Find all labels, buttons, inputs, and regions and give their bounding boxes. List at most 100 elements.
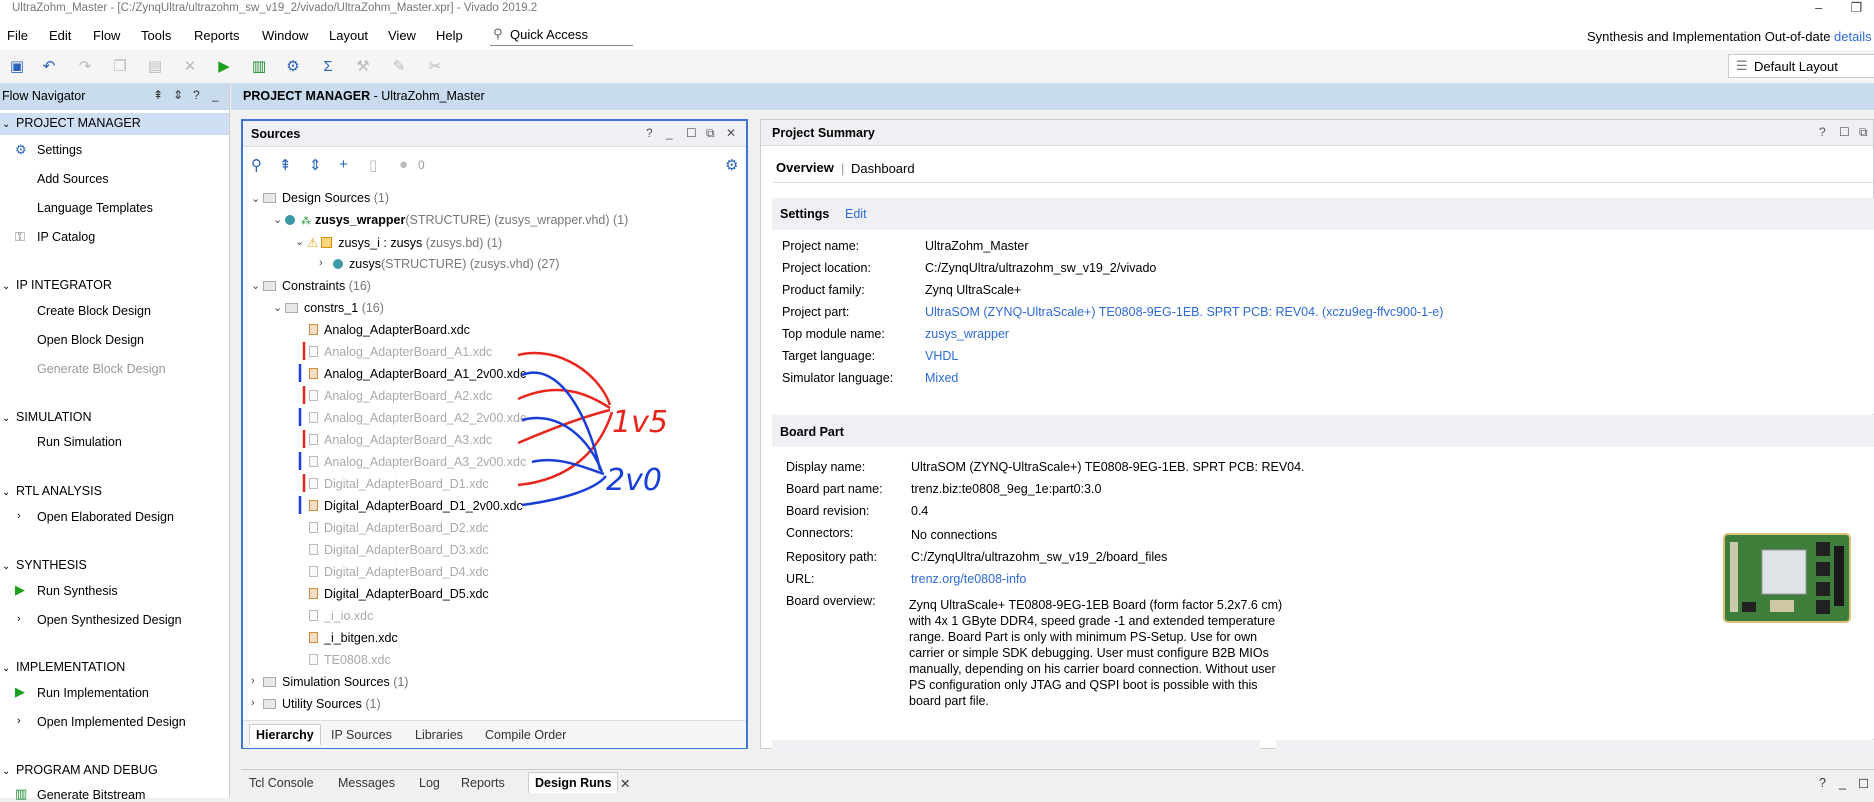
- tab-log[interactable]: Log: [419, 776, 440, 790]
- minimize-icon[interactable]: _: [1839, 776, 1846, 790]
- open-project-icon[interactable]: ▣: [8, 57, 26, 75]
- undo-icon[interactable]: ↶: [40, 57, 58, 75]
- chevron-down-icon[interactable]: ⌄: [273, 301, 282, 314]
- tree-simulation-sources[interactable]: Simulation Sources (1): [263, 675, 408, 689]
- section-ip-integrator[interactable]: ⌄ IP INTEGRATOR: [2, 278, 112, 292]
- tree-design-sources[interactable]: Design Sources (1): [263, 191, 389, 205]
- pen-icon[interactable]: ✎: [390, 57, 408, 75]
- copy-icon[interactable]: ❐: [111, 57, 129, 75]
- fn-open-elaborated-design[interactable]: Open Elaborated Design: [37, 510, 174, 524]
- section-program-debug[interactable]: ⌄ PROGRAM AND DEBUG: [2, 763, 158, 777]
- tab-messages[interactable]: Messages: [338, 776, 395, 790]
- minimize-icon[interactable]: _: [212, 88, 219, 102]
- details-link[interactable]: details: [1834, 29, 1872, 44]
- search-icon[interactable]: ⚲: [251, 156, 262, 174]
- layout-select[interactable]: ☰ Default Layout: [1728, 54, 1874, 78]
- tree-zusys-wrapper[interactable]: ⁂ zusys_wrapper(STRUCTURE) (zusys_wrapper…: [285, 213, 628, 227]
- simulator-language-link[interactable]: Mixed: [925, 371, 958, 385]
- tab-compile-order[interactable]: Compile Order: [485, 728, 566, 742]
- collapse-all-icon[interactable]: ⇞: [279, 156, 292, 174]
- collapse-all-icon[interactable]: ⇞: [153, 88, 163, 102]
- maximize-icon[interactable]: ☐: [1858, 776, 1869, 791]
- expand-all-icon[interactable]: ⇕: [309, 156, 322, 174]
- menu-edit[interactable]: Edit: [49, 28, 71, 43]
- delete-icon[interactable]: ✕: [181, 57, 199, 75]
- constraint-file[interactable]: Analog_AdapterBoard_A3_2v00.xdc: [309, 455, 526, 469]
- properties-icon[interactable]: ▯: [369, 156, 377, 174]
- expand-all-icon[interactable]: ⇕: [173, 88, 183, 102]
- constraint-file[interactable]: Analog_AdapterBoard_A2.xdc: [309, 389, 492, 403]
- settings-edit-link[interactable]: Edit: [845, 207, 867, 221]
- add-icon[interactable]: +: [339, 156, 348, 173]
- help-icon[interactable]: ?: [646, 126, 653, 140]
- fn-run-simulation[interactable]: Run Simulation: [37, 435, 122, 449]
- fn-add-sources[interactable]: Add Sources: [37, 172, 109, 186]
- chevron-right-icon[interactable]: ›: [319, 257, 323, 269]
- board-url-link[interactable]: trenz.org/te0808-info: [911, 572, 1026, 586]
- program-device-icon[interactable]: ▥: [250, 57, 268, 75]
- close-icon[interactable]: ✕: [726, 126, 736, 140]
- tab-hierarchy[interactable]: Hierarchy: [249, 724, 321, 745]
- tab-tcl-console[interactable]: Tcl Console: [249, 776, 314, 790]
- float-icon[interactable]: ⧉: [706, 126, 715, 141]
- maximize-icon[interactable]: ☐: [686, 126, 697, 140]
- section-rtl-analysis[interactable]: ⌄ RTL ANALYSIS: [2, 484, 102, 498]
- run-icon[interactable]: ▶: [215, 57, 233, 75]
- target-language-link[interactable]: VHDL: [925, 349, 958, 363]
- menu-tools[interactable]: Tools: [141, 28, 171, 43]
- help-icon[interactable]: ?: [1819, 776, 1826, 790]
- help-icon[interactable]: ?: [193, 88, 200, 102]
- project-part-link[interactable]: UltraSOM (ZYNQ-UltraScale+) TE0808-9EG-1…: [925, 305, 1443, 319]
- chevron-down-icon[interactable]: ⌄: [295, 235, 304, 248]
- cut-icon[interactable]: ✂: [426, 57, 444, 75]
- tab-dashboard[interactable]: Dashboard: [851, 161, 915, 176]
- hammer-icon[interactable]: ⚒: [354, 57, 372, 75]
- menu-reports[interactable]: Reports: [194, 28, 240, 43]
- chevron-down-icon[interactable]: ⌄: [251, 192, 260, 205]
- tab-reports[interactable]: Reports: [461, 776, 505, 790]
- constraint-file[interactable]: _i_io.xdc: [309, 609, 373, 623]
- redo-icon[interactable]: ↷: [76, 57, 94, 75]
- section-simulation[interactable]: ⌄ SIMULATION: [2, 410, 91, 424]
- constraint-file[interactable]: _i_bitgen.xdc: [309, 631, 398, 645]
- menu-help[interactable]: Help: [436, 28, 463, 43]
- settings-gear-icon[interactable]: ⚙: [284, 57, 302, 75]
- section-synthesis[interactable]: ⌄ SYNTHESIS: [2, 558, 87, 572]
- constraint-file[interactable]: Analog_AdapterBoard.xdc: [309, 323, 470, 337]
- section-project-manager[interactable]: ⌄ PROJECT MANAGER: [2, 116, 141, 130]
- tab-ip-sources[interactable]: IP Sources: [331, 728, 392, 742]
- constraint-file[interactable]: Analog_AdapterBoard_A2_2v00.xdc: [309, 411, 526, 425]
- section-implementation[interactable]: ⌄ IMPLEMENTATION: [2, 660, 125, 674]
- minimize-icon[interactable]: _: [666, 126, 673, 140]
- gear-icon[interactable]: ⚙: [725, 156, 738, 174]
- constraint-file[interactable]: Analog_AdapterBoard_A3.xdc: [309, 433, 492, 447]
- fn-open-block-design[interactable]: Open Block Design: [37, 333, 144, 347]
- chevron-right-icon[interactable]: ›: [251, 697, 255, 709]
- maximize-icon[interactable]: ☐: [1839, 125, 1850, 139]
- menu-flow[interactable]: Flow: [93, 28, 120, 43]
- fn-run-synthesis[interactable]: Run Synthesis: [37, 584, 118, 598]
- constraint-file[interactable]: Digital_AdapterBoard_D2.xdc: [309, 521, 489, 535]
- tree-constrs-1[interactable]: constrs_1 (16): [285, 301, 384, 315]
- close-icon[interactable]: ✕: [620, 776, 630, 791]
- fn-create-block-design[interactable]: Create Block Design: [37, 304, 151, 318]
- chevron-down-icon[interactable]: ⌄: [251, 279, 260, 292]
- constraint-file[interactable]: Digital_AdapterBoard_D1.xdc: [309, 477, 489, 491]
- help-icon[interactable]: ?: [1819, 125, 1826, 139]
- restore-icon[interactable]: ❐: [1850, 0, 1862, 16]
- constraint-file[interactable]: Digital_AdapterBoard_D4.xdc: [309, 565, 489, 579]
- quick-access-input[interactable]: ⚲ Quick Access: [490, 25, 633, 46]
- tree-constraints[interactable]: Constraints (16): [263, 279, 371, 293]
- constraint-file[interactable]: Digital_AdapterBoard_D3.xdc: [309, 543, 489, 557]
- float-icon[interactable]: ⧉: [1859, 125, 1868, 140]
- constraint-file[interactable]: Analog_AdapterBoard_A1_2v00.xdc: [309, 367, 526, 381]
- fn-settings[interactable]: Settings: [37, 143, 82, 157]
- tree-zusys[interactable]: zusys(STRUCTURE) (zusys.vhd) (27): [333, 257, 559, 271]
- constraint-file[interactable]: Analog_AdapterBoard_A1.xdc: [309, 345, 492, 359]
- sum-icon[interactable]: Σ: [319, 57, 337, 75]
- fn-open-implemented-design[interactable]: Open Implemented Design: [37, 715, 186, 729]
- chevron-down-icon[interactable]: ⌄: [273, 213, 282, 226]
- chevron-right-icon[interactable]: ›: [251, 675, 255, 687]
- fn-generate-block-design[interactable]: Generate Block Design: [37, 362, 166, 376]
- tab-libraries[interactable]: Libraries: [415, 728, 463, 742]
